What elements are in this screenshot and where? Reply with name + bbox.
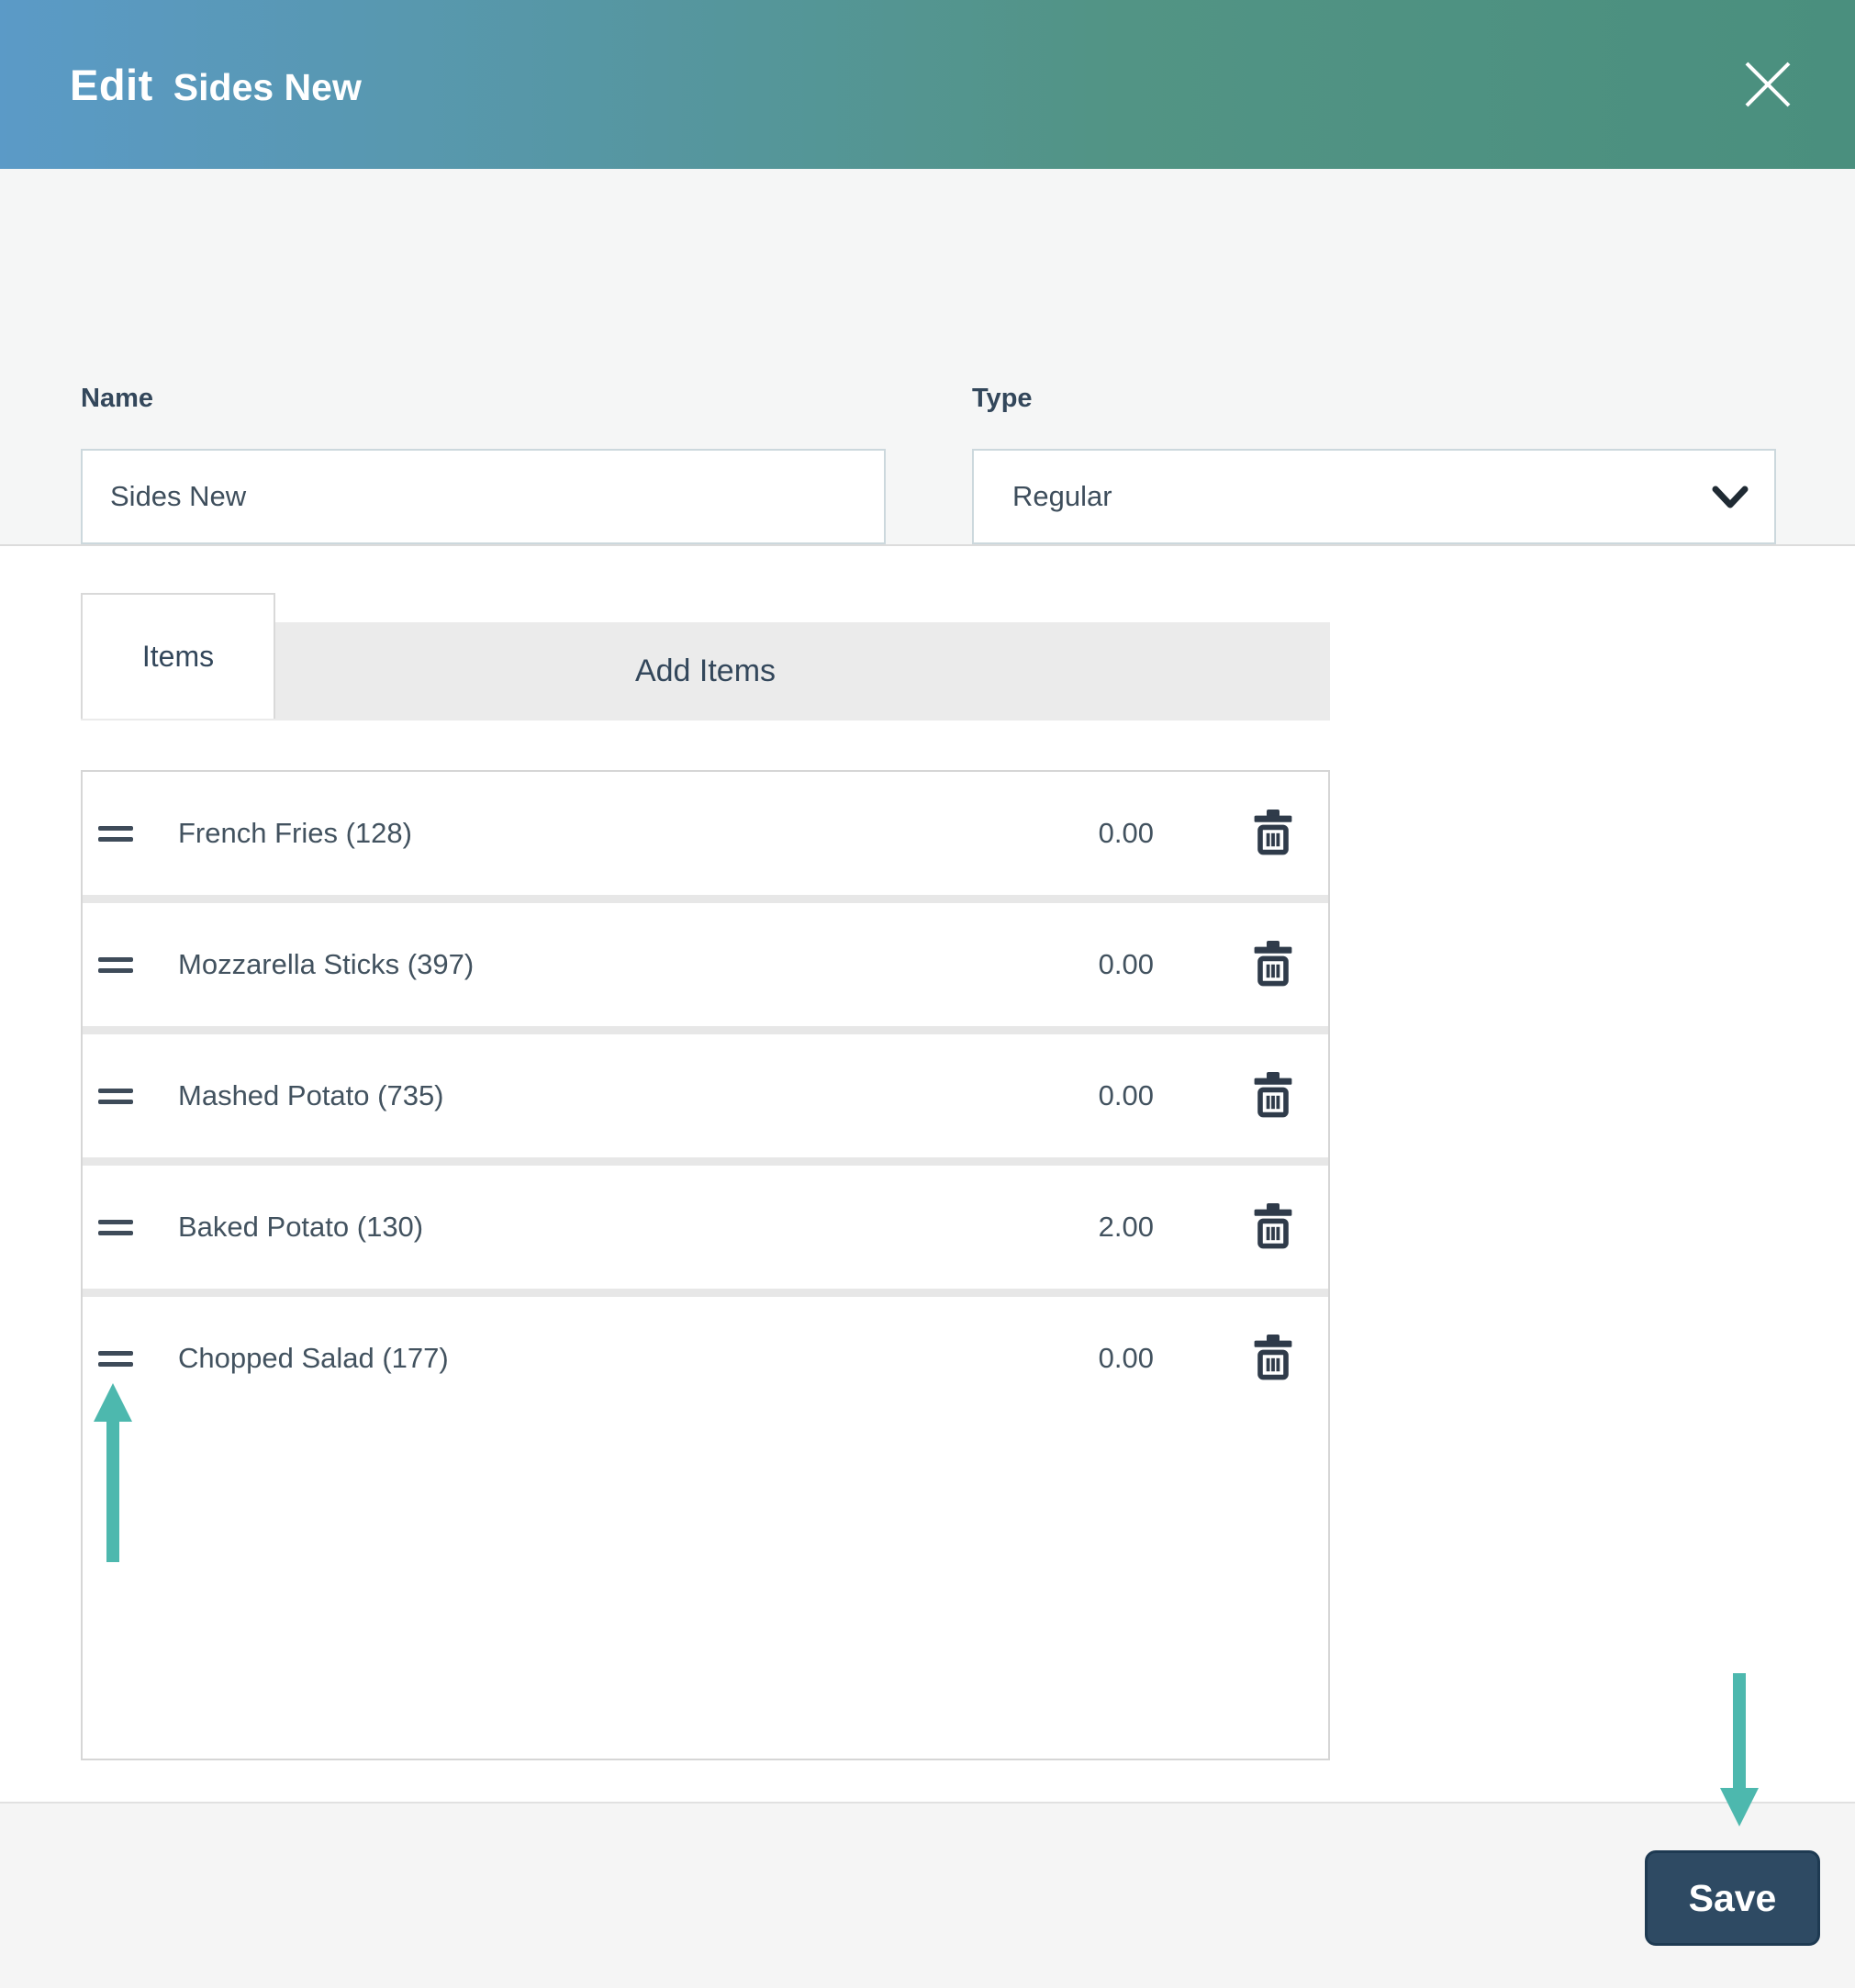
form-section: Name Type Regular Items Display Offers P… — [0, 169, 1855, 719]
edit-category-modal: Edit Sides New Name Type Regular — [0, 0, 1855, 1988]
item-price: 0.00 — [1098, 817, 1154, 849]
modal-entity-title: Sides New — [173, 65, 362, 108]
trash-icon — [1251, 940, 1295, 990]
row-divider — [83, 895, 1328, 903]
chevron-down-icon — [1712, 486, 1749, 514]
item-name: French Fries (128) — [178, 817, 412, 849]
item-price: 0.00 — [1098, 1079, 1154, 1111]
drag-handle-icon[interactable] — [98, 956, 133, 973]
row-divider — [83, 1289, 1328, 1297]
item-name: Mozzarella Sticks (397) — [178, 948, 475, 980]
modal-header: Edit Sides New — [0, 0, 1855, 169]
save-button[interactable]: Save — [1645, 1850, 1820, 1946]
drag-handle-icon[interactable] — [98, 825, 133, 842]
name-field-label: Name — [81, 384, 153, 413]
drag-handle-icon[interactable] — [98, 1219, 133, 1235]
delete-item-button[interactable] — [1251, 809, 1295, 859]
item-name: Chopped Salad (177) — [178, 1342, 449, 1374]
trash-icon — [1251, 1334, 1295, 1384]
row-divider — [83, 1157, 1328, 1166]
item-name: Baked Potato (130) — [178, 1211, 424, 1243]
trash-icon — [1251, 1071, 1295, 1122]
drag-handle-icon[interactable] — [98, 1350, 133, 1367]
type-select-value: Regular — [1012, 480, 1112, 512]
tab-panel-items: Add Items French Fries (128) 0.00 Mozzar… — [0, 546, 1855, 1802]
list-item: Baked Potato (130) 2.00 — [83, 1166, 1328, 1289]
item-price: 0.00 — [1098, 1342, 1154, 1374]
close-button[interactable] — [1739, 57, 1796, 114]
list-item: Chopped Salad (177) 0.00 — [83, 1297, 1328, 1759]
delete-item-button[interactable] — [1251, 940, 1295, 990]
delete-item-button[interactable] — [1251, 1202, 1295, 1253]
modal-action-label: Edit — [70, 60, 153, 109]
delete-item-button[interactable] — [1251, 1071, 1295, 1122]
item-price: 0.00 — [1098, 948, 1154, 980]
name-input[interactable] — [81, 449, 886, 544]
annotation-arrow-up — [94, 1383, 132, 1422]
annotation-arrow-down — [1720, 1788, 1759, 1826]
type-select[interactable]: Regular — [972, 449, 1776, 544]
trash-icon — [1251, 1202, 1295, 1253]
close-icon — [1741, 58, 1794, 114]
delete-item-button[interactable] — [1251, 1334, 1295, 1384]
tab-items-label: Items — [141, 640, 215, 673]
item-name: Mashed Potato (735) — [178, 1079, 444, 1111]
modal-title: Edit Sides New — [70, 60, 362, 110]
add-items-label: Add Items — [634, 653, 777, 688]
type-field-label: Type — [972, 384, 1033, 413]
modal-footer: Save — [0, 1802, 1855, 1988]
item-price: 2.00 — [1098, 1211, 1154, 1243]
drag-handle-icon[interactable] — [98, 1088, 133, 1104]
item-list: French Fries (128) 0.00 Mozzarella Stick… — [81, 770, 1330, 1760]
list-item: Mashed Potato (735) 0.00 — [83, 1034, 1328, 1157]
annotation-arrow-up-stem — [106, 1420, 119, 1562]
list-item: Mozzarella Sticks (397) 0.00 — [83, 903, 1328, 1026]
list-item: French Fries (128) 0.00 — [83, 772, 1328, 895]
trash-icon — [1251, 809, 1295, 859]
row-divider — [83, 1026, 1328, 1034]
tab-items[interactable]: Items — [81, 593, 275, 719]
annotation-arrow-down-stem — [1733, 1673, 1746, 1789]
